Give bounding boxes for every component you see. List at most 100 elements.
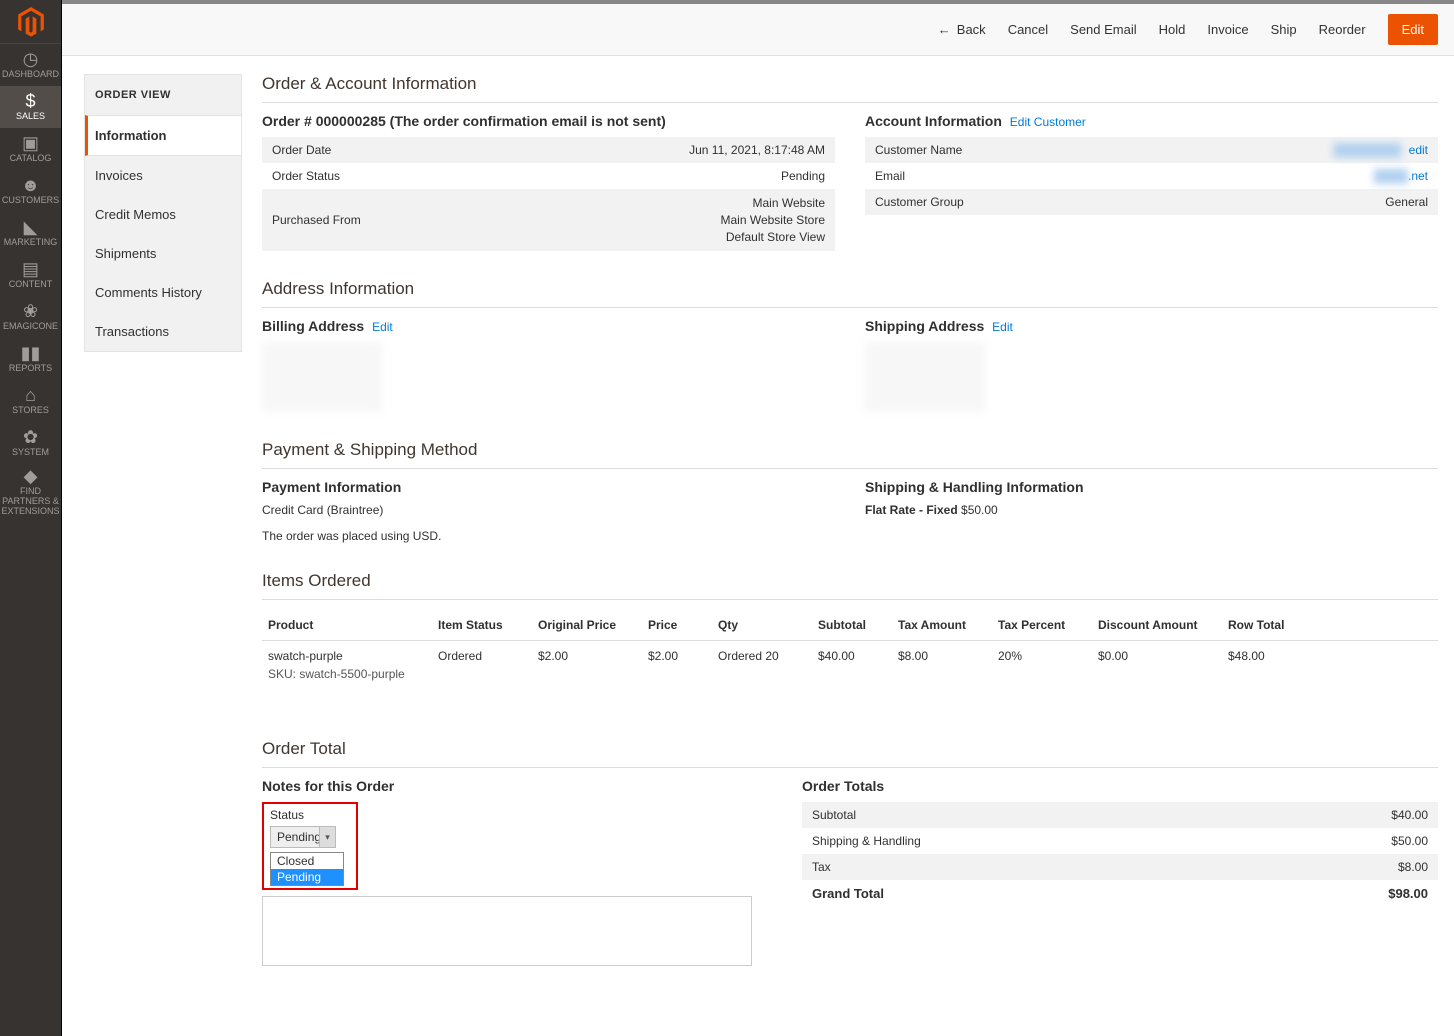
edit-customer-link[interactable]: Edit Customer [1010,115,1086,129]
arrow-left-icon: ← [938,22,951,37]
nav-customers[interactable]: ☻CUSTOMERS [0,170,61,212]
tot-tax-val: $8.00 [1398,860,1428,874]
billing-edit-link[interactable]: Edit [372,320,393,334]
nav-system[interactable]: ✿SYSTEM [0,422,61,464]
col-origprice: Original Price [532,610,642,641]
order-status-label: Order Status [262,163,497,189]
payment-currency-note: The order was placed using USD. [262,529,835,543]
nav-reports[interactable]: ▮▮REPORTS [0,338,61,380]
notes-title: Notes for this Order [262,778,762,794]
section-items: Items Ordered [262,571,1438,600]
item-sku: SKU: swatch-5500-purple [268,667,426,681]
customer-name-label: Customer Name [865,137,1144,163]
tab-comments-history[interactable]: Comments History [85,273,241,312]
tot-sub-label: Subtotal [812,808,856,822]
nav-dashboard[interactable]: ◷DASHBOARD [0,44,61,86]
chevron-down-icon: ▾ [319,827,335,847]
megaphone-icon: ◣ [24,218,38,236]
col-product: Product [262,610,432,641]
items-table: Product Item Status Original Price Price… [262,610,1438,689]
customer-group-value: General [1144,189,1438,215]
section-order-account: Order & Account Information [262,74,1438,103]
order-date-label: Order Date [262,137,497,163]
reorder-button[interactable]: Reorder [1319,22,1366,37]
invoice-button[interactable]: Invoice [1207,22,1248,37]
status-select[interactable]: Pending ▾ [270,826,336,848]
customer-name-value: ████████ [1333,143,1401,157]
col-tax: Tax Amount [892,610,992,641]
customer-name-edit[interactable]: edit [1409,143,1428,157]
ship-button[interactable]: Ship [1271,22,1297,37]
store-icon: ⌂ [25,386,36,404]
tot-sub-val: $40.00 [1391,808,1428,822]
col-qty: Qty [712,610,812,641]
customer-email-value: ████ [1374,169,1408,183]
item-taxp: 20% [992,641,1092,690]
order-title: Order # 000000285 (The order confirmatio… [262,113,835,129]
item-subtotal: $40.00 [812,641,892,690]
dollar-icon: $ [25,92,35,110]
payment-info-title: Payment Information [262,479,835,495]
tab-shipments[interactable]: Shipments [85,234,241,273]
section-payship: Payment & Shipping Method [262,440,1438,469]
leaf-icon: ❀ [23,302,38,320]
tot-tax-label: Tax [812,860,831,874]
tot-ship-val: $50.00 [1391,834,1428,848]
order-totals-title: Order Totals [802,778,1438,794]
billing-address-content [262,342,382,412]
nav-partners[interactable]: ◆FIND PARTNERS & EXTENSIONS [0,464,61,520]
shipping-address-title: Shipping Address Edit [865,318,1438,334]
status-highlight-box: Status Pending ▾ Closed Pending [262,802,358,890]
shipping-method: Flat Rate - Fixed $50.00 [865,503,1438,517]
box-icon: ▣ [22,134,39,152]
order-view-title: ORDER VIEW [85,75,241,115]
tab-creditmemos[interactable]: Credit Memos [85,195,241,234]
hold-button[interactable]: Hold [1159,22,1186,37]
section-ordertotal: Order Total [262,739,1438,768]
status-option-pending[interactable]: Pending [271,869,343,885]
magento-logo[interactable] [0,0,61,44]
nav-content[interactable]: ▤CONTENT [0,254,61,296]
send-email-button[interactable]: Send Email [1070,22,1136,37]
order-info-table: Order DateJun 11, 2021, 8:17:48 AM Order… [262,137,835,251]
tab-invoices[interactable]: Invoices [85,156,241,195]
bars-icon: ▮▮ [21,344,41,362]
back-button[interactable]: ←Back [938,22,986,37]
edit-button[interactable]: Edit [1388,14,1438,45]
tab-transactions[interactable]: Transactions [85,312,241,351]
layout-icon: ▤ [22,260,39,278]
payment-method: Credit Card (Braintree) [262,503,835,517]
status-label: Status [270,808,350,822]
nav-stores[interactable]: ⌂STORES [0,380,61,422]
cancel-button[interactable]: Cancel [1008,22,1048,37]
comment-textarea[interactable] [262,896,752,966]
item-status: Ordered [432,641,532,690]
tot-ship-label: Shipping & Handling [812,834,921,848]
admin-sidebar: ◷DASHBOARD $SALES ▣CATALOG ☻CUSTOMERS ◣M… [0,0,62,1036]
section-address: Address Information [262,279,1438,308]
customer-group-label: Customer Group [865,189,1144,215]
col-taxp: Tax Percent [992,610,1092,641]
tot-grand-val: $98.00 [1388,886,1428,901]
item-rowtotal: $48.00 [1222,641,1438,690]
tab-information[interactable]: Information [85,115,241,156]
account-info-table: Customer Name████████ edit Email████.net… [865,137,1438,215]
nav-sales[interactable]: $SALES [0,86,61,128]
shipping-info-title: Shipping & Handling Information [865,479,1438,495]
billing-address-title: Billing Address Edit [262,318,835,334]
nav-marketing[interactable]: ◣MARKETING [0,212,61,254]
nav-catalog[interactable]: ▣CATALOG [0,128,61,170]
item-qty: Ordered 20 [712,641,812,690]
gauge-icon: ◷ [23,50,39,68]
link-icon: ◆ [24,467,38,485]
order-totals-table: Subtotal $40.00 Shipping & Handling $50.00… [802,802,1438,907]
col-itemstatus: Item Status [432,610,532,641]
order-date-value: Jun 11, 2021, 8:17:48 AM [497,137,835,163]
nav-emagicone[interactable]: ❀EMAGICONE [0,296,61,338]
shipping-address-content [865,342,985,412]
status-option-closed[interactable]: Closed [271,853,343,869]
order-status-value: Pending [497,163,835,189]
table-row: swatch-purpleSKU: swatch-5500-purple Ord… [262,641,1438,690]
shipping-edit-link[interactable]: Edit [992,320,1013,334]
status-dropdown[interactable]: Closed Pending [270,852,344,886]
